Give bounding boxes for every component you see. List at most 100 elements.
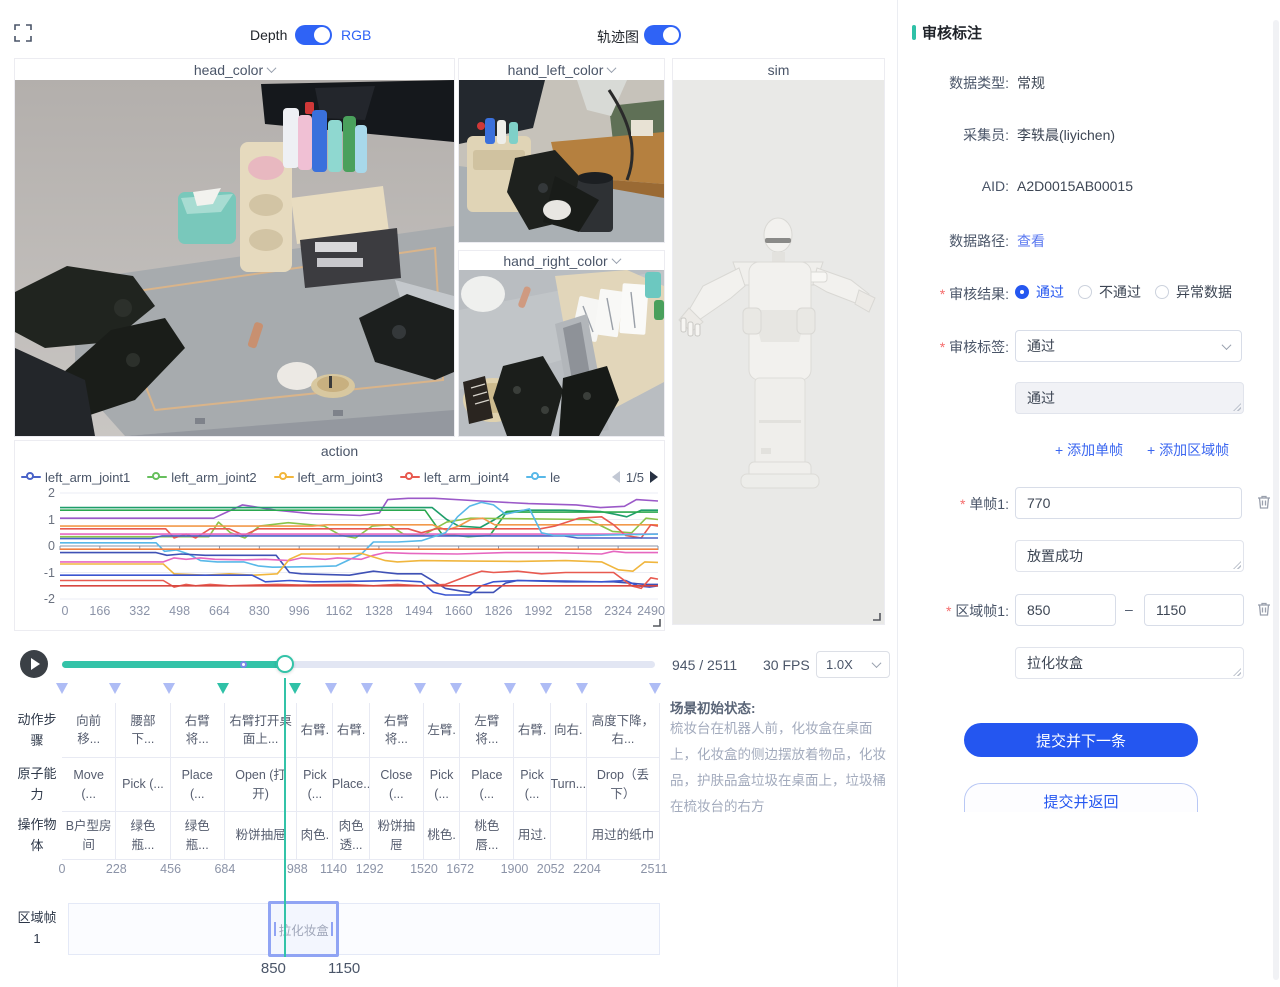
table-cell[interactable]: 右臂将...	[171, 703, 225, 758]
region-left-handle[interactable]	[274, 922, 276, 936]
radio-icon[interactable]	[1155, 285, 1169, 299]
table-cell[interactable]: Place (...	[171, 758, 225, 812]
tag-select[interactable]: 通过	[1015, 330, 1242, 362]
delete-region-frame-icon[interactable]	[1256, 601, 1272, 617]
table-cell[interactable]: Turn...	[551, 758, 587, 812]
table-cell[interactable]	[551, 812, 587, 860]
table-cell[interactable]: 右臂.	[333, 703, 369, 758]
legend-item[interactable]: le	[526, 470, 560, 485]
table-cell[interactable]: 向前移...	[62, 703, 116, 758]
legend-next-icon[interactable]	[650, 471, 658, 483]
step-boundary-marker[interactable]	[325, 683, 337, 694]
radio-option[interactable]: 异常数据	[1155, 282, 1232, 302]
trajectory-toggle[interactable]	[644, 25, 681, 45]
region-note-textarea[interactable]: 拉化妆盒	[1015, 647, 1244, 679]
table-cell[interactable]: 左臂.	[424, 703, 460, 758]
radio-icon[interactable]	[1078, 285, 1092, 299]
frame-axis-label: 2511	[641, 862, 668, 876]
vertical-scrollbar[interactable]	[1273, 20, 1279, 980]
sim-view[interactable]	[673, 80, 884, 624]
radio-option[interactable]: 通过	[1015, 282, 1064, 302]
table-cell[interactable]: 粉饼抽屉	[225, 812, 297, 860]
table-cell[interactable]: 右臂打开桌面上...	[225, 703, 297, 758]
add-single-frame-link[interactable]: + 添加单帧	[1055, 440, 1123, 460]
chevron-down-icon	[607, 63, 617, 73]
legend-item[interactable]: left_arm_joint2	[147, 470, 256, 485]
fullscreen-icon[interactable]	[14, 24, 32, 42]
table-cell[interactable]: Pick (...	[514, 758, 550, 812]
region-segment[interactable]: 拉化妆盒	[268, 901, 339, 957]
timeline-slider-handle[interactable]	[276, 655, 294, 673]
table-cell[interactable]: 绿色瓶...	[116, 812, 170, 860]
play-button[interactable]	[20, 650, 48, 678]
add-region-frame-link[interactable]: + 添加区域帧	[1147, 440, 1229, 460]
hand-right-camera-header[interactable]: hand_right_color	[459, 251, 664, 270]
step-boundary-marker[interactable]	[56, 683, 68, 694]
fps-label: 30 FPS	[763, 657, 810, 673]
table-cell[interactable]: Pick (...	[297, 758, 333, 812]
table-cell[interactable]: 肉色透...	[333, 812, 369, 860]
table-cell[interactable]: Place (...	[460, 758, 514, 812]
table-cell[interactable]: Close (...	[370, 758, 424, 812]
resize-handle-icon[interactable]	[651, 617, 661, 627]
hand-left-camera-header[interactable]: hand_left_color	[459, 59, 664, 80]
delete-single-frame-icon[interactable]	[1256, 494, 1272, 510]
region-track[interactable]	[68, 903, 660, 955]
single-frame-note-textarea[interactable]: 放置成功	[1015, 540, 1244, 572]
table-cell[interactable]: 绿色瓶...	[171, 812, 225, 860]
table-cell[interactable]: Drop（丢下）	[587, 758, 660, 812]
table-cell[interactable]: Place..	[333, 758, 369, 812]
step-boundary-marker[interactable]	[361, 683, 373, 694]
legend-prev-icon[interactable]	[612, 471, 620, 483]
step-boundary-marker[interactable]	[414, 683, 426, 694]
table-cell[interactable]: 桃色.	[424, 812, 460, 860]
radio-selected-icon[interactable]	[1015, 285, 1029, 299]
table-cell[interactable]: 向右.	[551, 703, 587, 758]
table-cell[interactable]: B户型房间	[62, 812, 116, 860]
x-tick-label: 996	[289, 604, 310, 618]
step-boundary-marker[interactable]	[289, 683, 301, 694]
region-end-input[interactable]: 1150	[1144, 594, 1244, 626]
radio-option[interactable]: 不通过	[1078, 282, 1141, 302]
single-frame-input[interactable]: 770	[1015, 487, 1242, 519]
table-cell[interactable]: Pick (...	[424, 758, 460, 812]
region-right-handle[interactable]	[331, 922, 333, 936]
table-cell[interactable]: Pick (...	[116, 758, 170, 812]
table-cell[interactable]: 腰部下...	[116, 703, 170, 758]
step-boundary-marker[interactable]	[217, 683, 229, 694]
submit-back-button[interactable]: 提交并返回	[964, 783, 1198, 812]
table-cell[interactable]: 右臂.	[297, 703, 333, 758]
chevron-down-icon	[267, 63, 277, 73]
table-cell[interactable]: 左臂将...	[460, 703, 514, 758]
data-path-link[interactable]: 查看	[1017, 231, 1045, 251]
step-boundary-marker[interactable]	[504, 683, 516, 694]
table-cell[interactable]: 肉色.	[297, 812, 333, 860]
submit-next-button[interactable]: 提交并下一条	[964, 723, 1198, 757]
step-boundary-marker[interactable]	[163, 683, 175, 694]
tag-note-textarea[interactable]: 通过	[1015, 382, 1244, 414]
action-chart-plot[interactable]	[59, 489, 659, 605]
step-boundary-marker[interactable]	[450, 683, 462, 694]
table-cell[interactable]: Open (打开)	[225, 758, 297, 812]
step-boundary-marker[interactable]	[576, 683, 588, 694]
table-cell[interactable]: 用过的纸巾	[587, 812, 660, 860]
step-boundary-marker[interactable]	[649, 683, 661, 694]
resize-handle-icon[interactable]	[871, 611, 881, 621]
step-boundary-marker[interactable]	[109, 683, 121, 694]
head-camera-header[interactable]: head_color	[15, 59, 454, 80]
speed-select[interactable]: 1.0X	[816, 651, 890, 678]
step-boundary-marker[interactable]	[540, 683, 552, 694]
table-cell[interactable]: 右臂将...	[370, 703, 424, 758]
legend-item[interactable]: left_arm_joint4	[400, 470, 509, 485]
legend-item[interactable]: left_arm_joint1	[21, 470, 130, 485]
depth-rgb-toggle[interactable]	[295, 25, 332, 45]
table-cell[interactable]: 桃色唇...	[460, 812, 514, 860]
x-tick-label: 1328	[365, 604, 393, 618]
table-cell[interactable]: 用过.	[514, 812, 550, 860]
table-cell[interactable]: 粉饼抽屉	[370, 812, 424, 860]
legend-item[interactable]: left_arm_joint3	[274, 470, 383, 485]
region-start-input[interactable]: 850	[1015, 594, 1116, 626]
table-cell[interactable]: 右臂.	[514, 703, 550, 758]
table-cell[interactable]: Move (...	[62, 758, 116, 812]
table-cell[interactable]: 高度下降，右...	[587, 703, 660, 758]
